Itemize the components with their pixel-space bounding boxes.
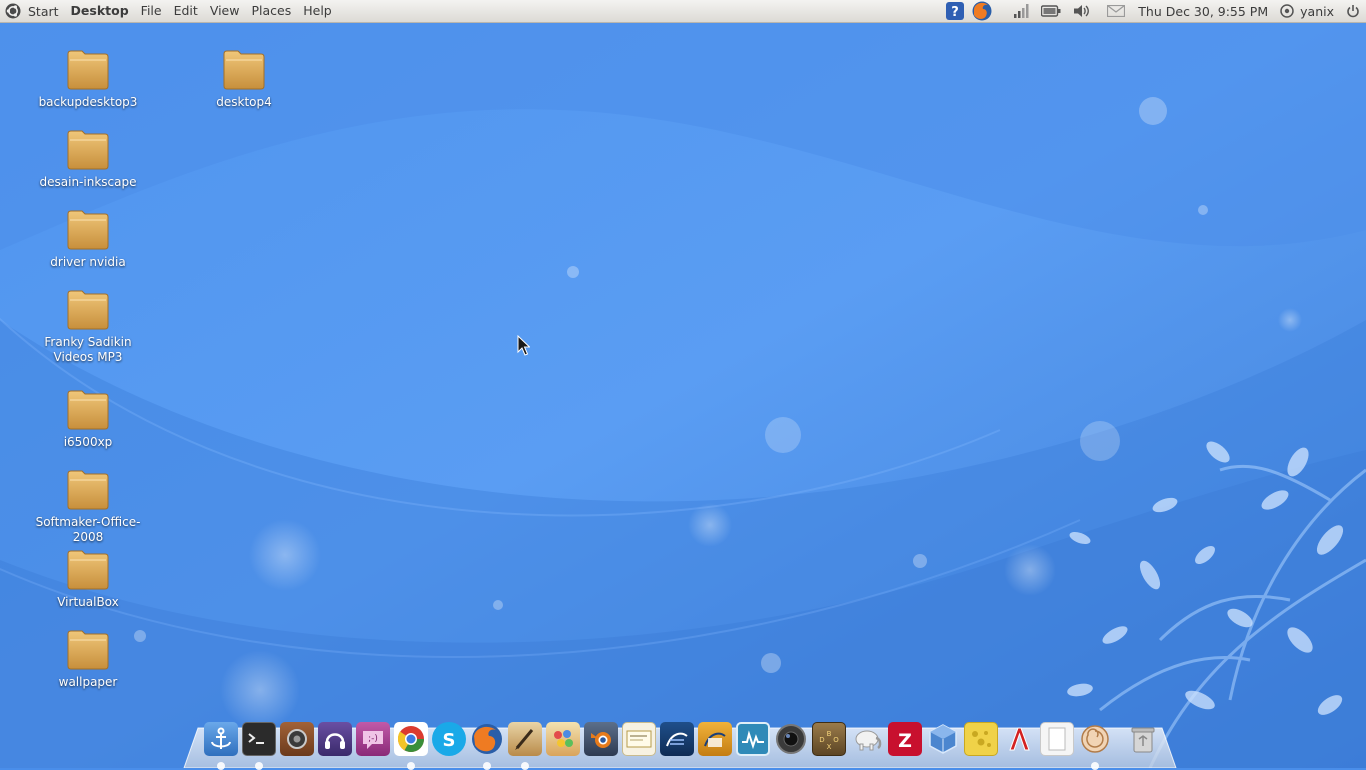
dock-dosbox-icon[interactable]: BD OX (812, 722, 846, 756)
dock-inkscape-pen-icon[interactable] (508, 722, 542, 756)
menu-bar: Start Desktop File Edit View Places Help (0, 0, 338, 22)
dock-virtualbox-cube-icon[interactable] (926, 722, 960, 756)
dock-mypaint-icon[interactable] (546, 722, 580, 756)
dock-easytag-icon[interactable] (622, 722, 656, 756)
desktop-icon-label: VirtualBox (57, 595, 119, 609)
mail-icon[interactable] (1106, 0, 1126, 22)
mouse-cursor-icon (517, 335, 530, 356)
help-icon[interactable]: ? (944, 0, 966, 22)
dock-firefox-icon[interactable] (470, 722, 504, 756)
svg-text:Z: Z (898, 730, 912, 752)
dock-impress-icon[interactable] (698, 722, 732, 756)
dock-trash-icon[interactable] (1126, 722, 1160, 756)
desktop-icon-label: backupdesktop3 (38, 95, 138, 109)
dock-elephant-icon[interactable] (850, 722, 884, 756)
menu-view[interactable]: View (204, 0, 246, 22)
volume-icon[interactable] (1072, 0, 1092, 22)
ubuntu-logo-icon (5, 3, 21, 19)
svg-text:;-): ;-) (368, 734, 378, 744)
desktop-folder-virtualbox[interactable]: VirtualBox (13, 546, 163, 610)
desktop-folder-driver-nvidia[interactable]: driver nvidia (13, 206, 163, 270)
dock-system-monitor-icon[interactable] (736, 722, 770, 756)
running-indicator (217, 762, 225, 770)
desktop-folder-wallpaper[interactable]: wallpaper (13, 626, 163, 690)
dock-pidgin-icon[interactable]: ;-) (356, 722, 390, 756)
folder-icon (67, 50, 109, 90)
folder-icon (67, 630, 109, 670)
menu-desktop[interactable]: Desktop (65, 0, 135, 22)
start-button[interactable]: Start (0, 0, 65, 22)
dock-skype-icon[interactable]: S (432, 722, 466, 756)
desktop-folder-desain-inkscape[interactable]: desain-inkscape (13, 126, 163, 190)
clock[interactable]: Thu Dec 30, 9:55 PM (1126, 0, 1278, 22)
desktop-folder-backupdesktop3[interactable]: backupdesktop3 (13, 46, 163, 110)
menu-help[interactable]: Help (297, 0, 338, 22)
dock: ;-) S BD OX Z (180, 712, 1180, 770)
signal-icon[interactable] (1012, 0, 1030, 22)
desktop-icon-label: driver nvidia (50, 255, 126, 269)
user-menu[interactable]: yanix (1278, 0, 1340, 22)
svg-text:B: B (827, 730, 832, 738)
dock-acrobat-icon[interactable] (1002, 722, 1036, 756)
power-icon[interactable] (1340, 0, 1366, 22)
desktop-icon-label: Franky Sadikin Videos MP3 (44, 335, 132, 364)
battery-icon[interactable] (1040, 0, 1062, 22)
user-status-icon (1280, 4, 1294, 18)
svg-text:X: X (827, 743, 832, 751)
desktop-icon-label: desain-inkscape (39, 175, 137, 189)
desktop-icon-label: Softmaker-Office-2008 (35, 515, 141, 544)
desktop-folder-franky-sadikin[interactable]: Franky Sadikin Videos MP3 (13, 286, 163, 365)
desktop-folder-softmaker[interactable]: Softmaker-Office-2008 (13, 466, 163, 545)
running-indicator (521, 762, 529, 770)
firefox-icon[interactable] (970, 0, 994, 22)
folder-icon (223, 50, 265, 90)
dock-chrome-icon[interactable] (394, 722, 428, 756)
running-indicator (483, 762, 491, 770)
desktop-wallpaper (0, 0, 1366, 768)
svg-text:O: O (833, 736, 839, 744)
dock-speaker-icon[interactable] (280, 722, 314, 756)
start-label: Start (28, 3, 59, 19)
dock-document-icon[interactable] (1040, 722, 1074, 756)
running-indicator (407, 762, 415, 770)
menu-file[interactable]: File (135, 0, 168, 22)
dock-blender-icon[interactable] (584, 722, 618, 756)
desktop-folder-i6500xp[interactable]: i6500xp (13, 386, 163, 450)
folder-icon (67, 210, 109, 250)
dock-terminal-icon[interactable] (242, 722, 276, 756)
svg-text:D: D (819, 736, 824, 744)
folder-icon (67, 470, 109, 510)
svg-text:S: S (443, 730, 456, 751)
dock-filezilla-icon[interactable]: Z (888, 722, 922, 756)
svg-text:?: ? (952, 5, 960, 20)
running-indicator (255, 762, 263, 770)
folder-icon (67, 390, 109, 430)
desktop-icon-label: desktop4 (216, 95, 272, 109)
running-indicator (1091, 762, 1099, 770)
desktop-icon-label: wallpaper (58, 675, 118, 689)
folder-icon (67, 550, 109, 590)
folder-icon (67, 290, 109, 330)
desktop-icon-label: i6500xp (63, 435, 113, 449)
menu-places[interactable]: Places (245, 0, 297, 22)
desktop-folder-desktop4[interactable]: desktop4 (169, 46, 319, 110)
dock-shell-icon[interactable] (1078, 722, 1112, 756)
dock-anchor-icon[interactable] (204, 722, 238, 756)
dock-camera-lens-icon[interactable] (774, 722, 808, 756)
username: yanix (1300, 3, 1334, 19)
menu-edit[interactable]: Edit (168, 0, 204, 22)
folder-icon (67, 130, 109, 170)
dock-writer-icon[interactable] (660, 722, 694, 756)
system-tray: ? Thu Dec 30, 9:55 PM yanix (944, 0, 1366, 22)
dock-headphones-icon[interactable] (318, 722, 352, 756)
dock-cheese-icon[interactable] (964, 722, 998, 756)
top-panel: Start Desktop File Edit View Places Help… (0, 0, 1366, 23)
